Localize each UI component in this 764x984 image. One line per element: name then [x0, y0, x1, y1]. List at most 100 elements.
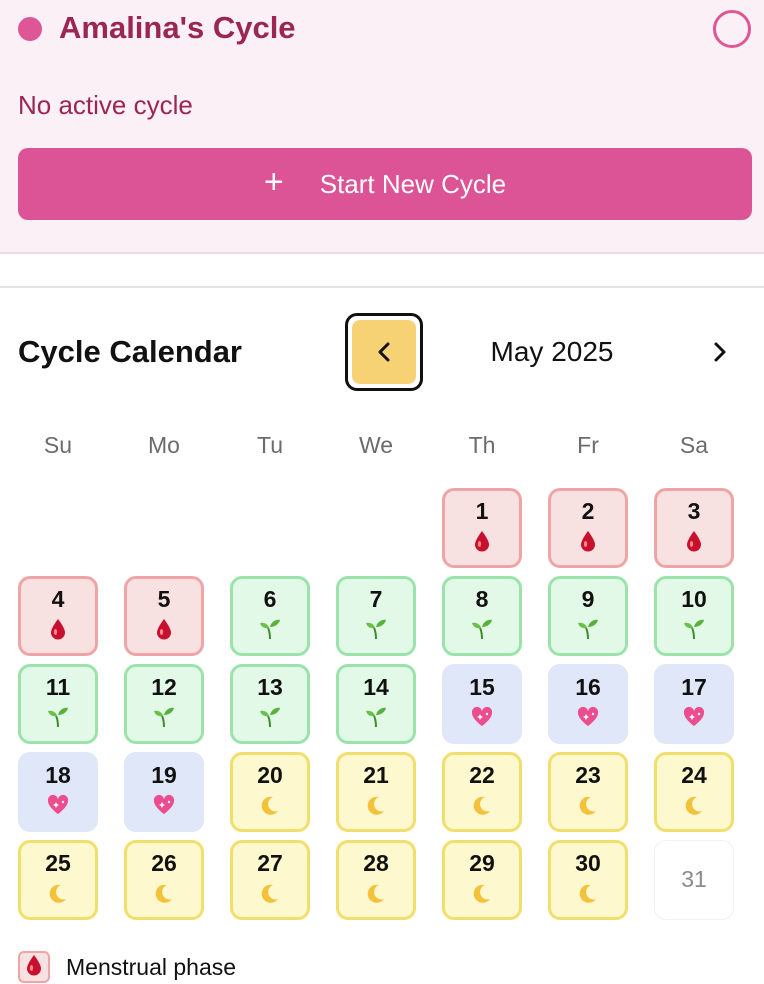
calendar-day-27[interactable]: 27 — [230, 840, 310, 920]
calendar-day-30[interactable]: 30 — [548, 840, 628, 920]
calendar-day-15[interactable]: 15 — [442, 664, 522, 744]
day-number: 2 — [581, 498, 595, 524]
calendar-day-25[interactable]: 25 — [18, 840, 98, 920]
start-new-cycle-button[interactable]: + Start New Cycle — [18, 148, 752, 220]
plus-icon: + — [263, 163, 284, 201]
crescent-moon-icon — [471, 880, 493, 906]
day-number: 28 — [363, 850, 389, 876]
day-number: 1 — [475, 498, 489, 524]
day-number: 4 — [51, 586, 65, 612]
weekday-label: We — [358, 432, 394, 458]
calendar-day-20[interactable]: 20 — [230, 752, 310, 832]
calendar-day-28[interactable]: 28 — [336, 840, 416, 920]
blood-drop-icon — [686, 528, 702, 554]
day-number: 16 — [575, 674, 601, 700]
seedling-icon — [576, 616, 600, 642]
seedling-icon — [258, 616, 282, 642]
calendar-day-17[interactable]: 17 — [654, 664, 734, 744]
calendar-day-23[interactable]: 23 — [548, 752, 628, 832]
day-number: 14 — [363, 674, 389, 700]
calendar-day-14[interactable]: 14 — [336, 664, 416, 744]
legend-label: Menstrual phase — [66, 953, 237, 980]
blood-drop-icon — [156, 616, 172, 642]
calendar-day-5[interactable]: 5 — [124, 576, 204, 656]
day-number: 24 — [681, 762, 707, 788]
calendar-day-9[interactable]: 9 — [548, 576, 628, 656]
blood-drop-icon — [50, 616, 66, 642]
day-number: 5 — [157, 586, 171, 612]
next-month-button[interactable] — [700, 334, 740, 370]
calendar-grid: 1 2 3 4 5 6 7 8 9 10 11 12 13 14 15 16 17 18 19 20 21 22 23 24 2… — [18, 488, 734, 920]
ring-icon[interactable] — [713, 10, 751, 48]
active-cycle-panel: Amalina's Cycle No active cycle + Start … — [0, 0, 764, 254]
calendar-day-29[interactable]: 29 — [442, 840, 522, 920]
month-label: May 2025 — [490, 336, 614, 367]
calendar-day-6[interactable]: 6 — [230, 576, 310, 656]
calendar-day-19[interactable]: 19 — [124, 752, 204, 832]
day-number: 10 — [681, 586, 707, 612]
calendar-day-10[interactable]: 10 — [654, 576, 734, 656]
calendar-day-26[interactable]: 26 — [124, 840, 204, 920]
blood-drop-icon — [474, 528, 490, 554]
day-number: 21 — [363, 762, 389, 788]
calendar-day-11[interactable]: 11 — [18, 664, 98, 744]
day-number: 12 — [151, 674, 177, 700]
day-number: 20 — [257, 762, 283, 788]
day-number: 15 — [469, 674, 495, 700]
legend: Menstrual phase — [18, 951, 236, 983]
calendar-day-18[interactable]: 18 — [18, 752, 98, 832]
seedling-icon — [258, 704, 282, 730]
calendar-day-12[interactable]: 12 — [124, 664, 204, 744]
day-number: 9 — [581, 586, 595, 612]
crescent-moon-icon — [259, 792, 281, 818]
calendar-day-16[interactable]: 16 — [548, 664, 628, 744]
calendar-day-31[interactable]: 31 — [654, 840, 734, 920]
calendar-day-4[interactable]: 4 — [18, 576, 98, 656]
day-number: 7 — [369, 586, 383, 612]
calendar-day-3[interactable]: 3 — [654, 488, 734, 568]
crescent-moon-icon — [577, 880, 599, 906]
calendar-day-7[interactable]: 7 — [336, 576, 416, 656]
no-active-cycle-text: No active cycle — [18, 90, 193, 120]
blood-drop-icon — [580, 528, 596, 554]
chevron-left-icon — [378, 342, 390, 362]
calendar-day-1[interactable]: 1 — [442, 488, 522, 568]
day-number: 31 — [681, 866, 707, 893]
calendar-day-21[interactable]: 21 — [336, 752, 416, 832]
crescent-moon-icon — [365, 792, 387, 818]
sparkling-heart-icon — [151, 792, 177, 818]
calendar-day-2[interactable]: 2 — [548, 488, 628, 568]
calendar-day-8[interactable]: 8 — [442, 576, 522, 656]
previous-month-button[interactable] — [345, 313, 423, 391]
seedling-icon — [46, 704, 70, 730]
calendar-day-24[interactable]: 24 — [654, 752, 734, 832]
crescent-moon-icon — [259, 880, 281, 906]
crescent-moon-icon — [47, 880, 69, 906]
calendar-day-13[interactable]: 13 — [230, 664, 310, 744]
day-number: 13 — [257, 674, 283, 700]
day-number: 19 — [151, 762, 177, 788]
day-number: 3 — [687, 498, 701, 524]
seedling-icon — [682, 616, 706, 642]
day-number: 18 — [45, 762, 71, 788]
blood-drop-icon — [26, 954, 42, 981]
weekday-label: Su — [43, 432, 73, 458]
day-number: 11 — [45, 674, 71, 700]
calendar-day-22[interactable]: 22 — [442, 752, 522, 832]
cycle-title: Amalina's Cycle — [59, 10, 296, 45]
seedling-icon — [364, 616, 388, 642]
chevron-right-icon — [714, 342, 726, 362]
crescent-moon-icon — [153, 880, 175, 906]
start-new-cycle-label: Start New Cycle — [319, 168, 507, 199]
day-number: 29 — [469, 850, 495, 876]
sparkling-heart-icon — [681, 704, 707, 730]
sparkling-heart-icon — [575, 704, 601, 730]
weekday-label: Tu — [257, 432, 283, 458]
crescent-moon-icon — [683, 792, 705, 818]
sparkling-heart-icon — [469, 704, 495, 730]
day-number: 22 — [469, 762, 495, 788]
day-number: 26 — [151, 850, 177, 876]
weekday-header: Su Mo Tu We Th Fr Sa — [18, 432, 734, 459]
section-divider — [0, 286, 764, 288]
weekday-label: Fr — [577, 432, 599, 458]
